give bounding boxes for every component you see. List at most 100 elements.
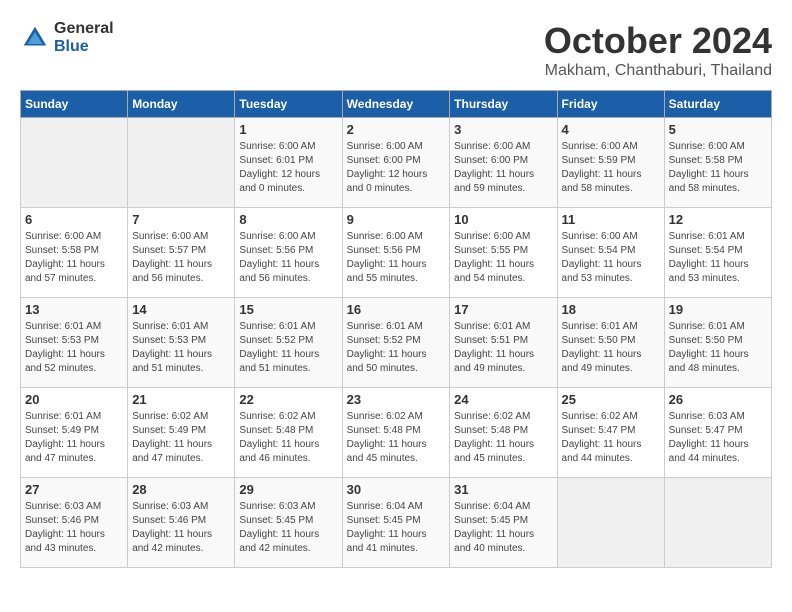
calendar-cell: 9 Sunrise: 6:00 AMSunset: 5:56 PMDaylight…	[342, 208, 450, 298]
calendar-week-row: 13 Sunrise: 6:01 AMSunset: 5:53 PMDayligh…	[21, 298, 772, 388]
day-number: 2	[347, 122, 446, 137]
day-number: 25	[562, 392, 660, 407]
calendar-cell: 18 Sunrise: 6:01 AMSunset: 5:50 PMDayligh…	[557, 298, 664, 388]
day-number: 4	[562, 122, 660, 137]
day-number: 26	[669, 392, 767, 407]
day-info: Sunrise: 6:02 AMSunset: 5:48 PMDaylight:…	[239, 410, 337, 466]
calendar-cell: 12 Sunrise: 6:01 AMSunset: 5:54 PMDayligh…	[664, 208, 771, 298]
weekday-header: Friday	[557, 91, 664, 118]
day-number: 10	[454, 212, 552, 227]
calendar-cell: 30Sunrise: 6:04 AMSunset: 5:45 PMDayligh…	[342, 478, 450, 568]
day-number: 3	[454, 122, 552, 137]
day-number: 14	[132, 302, 230, 317]
day-number: 31	[454, 482, 552, 497]
calendar-cell: 4 Sunrise: 6:00 AMSunset: 5:59 PMDaylight…	[557, 118, 664, 208]
day-info: Sunrise: 6:00 AMSunset: 5:54 PMDaylight:…	[562, 230, 660, 286]
day-number: 22	[239, 392, 337, 407]
day-number: 6	[25, 212, 123, 227]
day-info: Sunrise: 6:01 AMSunset: 5:53 PMDaylight:…	[132, 320, 230, 376]
day-number: 27	[25, 482, 123, 497]
day-number: 11	[562, 212, 660, 227]
day-info: Sunrise: 6:03 AMSunset: 5:47 PMDaylight:…	[669, 410, 767, 466]
calendar-cell	[664, 478, 771, 568]
calendar-cell: 21Sunrise: 6:02 AMSunset: 5:49 PMDayligh…	[128, 388, 235, 478]
day-number: 20	[25, 392, 123, 407]
calendar-cell: 7Sunrise: 6:00 AMSunset: 5:57 PMDaylight…	[128, 208, 235, 298]
calendar-cell: 2 Sunrise: 6:00 AMSunset: 6:00 PMDaylight…	[342, 118, 450, 208]
day-info: Sunrise: 6:04 AMSunset: 5:45 PMDaylight:…	[454, 500, 552, 556]
day-number: 17	[454, 302, 552, 317]
calendar-cell: 14 Sunrise: 6:01 AMSunset: 5:53 PMDayligh…	[128, 298, 235, 388]
calendar-cell: 19 Sunrise: 6:01 AMSunset: 5:50 PMDayligh…	[664, 298, 771, 388]
day-number: 29	[239, 482, 337, 497]
calendar-cell: 27 Sunrise: 6:03 AMSunset: 5:46 PMDayligh…	[21, 478, 128, 568]
day-number: 13	[25, 302, 123, 317]
day-info: Sunrise: 6:01 AMSunset: 5:50 PMDaylight:…	[669, 320, 767, 376]
calendar-cell: 24Sunrise: 6:02 AMSunset: 5:48 PMDayligh…	[450, 388, 557, 478]
calendar-cell: 25 Sunrise: 6:02 AMSunset: 5:47 PMDayligh…	[557, 388, 664, 478]
day-info: Sunrise: 6:00 AMSunset: 5:57 PMDaylight:…	[132, 230, 230, 286]
calendar-cell: 5 Sunrise: 6:00 AMSunset: 5:58 PMDaylight…	[664, 118, 771, 208]
calendar-cell: 10Sunrise: 6:00 AMSunset: 5:55 PMDayligh…	[450, 208, 557, 298]
calendar-cell: 1 Sunrise: 6:00 AMSunset: 6:01 PMDaylight…	[235, 118, 342, 208]
calendar-cell: 28 Sunrise: 6:03 AMSunset: 5:46 PMDayligh…	[128, 478, 235, 568]
calendar-week-row: 1 Sunrise: 6:00 AMSunset: 6:01 PMDaylight…	[21, 118, 772, 208]
day-number: 9	[347, 212, 446, 227]
day-number: 23	[347, 392, 446, 407]
calendar-cell: 20Sunrise: 6:01 AMSunset: 5:49 PMDayligh…	[21, 388, 128, 478]
day-info: Sunrise: 6:03 AMSunset: 5:46 PMDaylight:…	[132, 500, 230, 556]
calendar-cell	[128, 118, 235, 208]
day-number: 12	[669, 212, 767, 227]
calendar-cell: 26 Sunrise: 6:03 AMSunset: 5:47 PMDayligh…	[664, 388, 771, 478]
calendar-cell	[557, 478, 664, 568]
calendar-cell: 16Sunrise: 6:01 AMSunset: 5:52 PMDayligh…	[342, 298, 450, 388]
day-number: 16	[347, 302, 446, 317]
calendar-cell: 13 Sunrise: 6:01 AMSunset: 5:53 PMDayligh…	[21, 298, 128, 388]
day-info: Sunrise: 6:01 AMSunset: 5:54 PMDaylight:…	[669, 230, 767, 286]
logo: General Blue	[20, 20, 114, 56]
day-info: Sunrise: 6:00 AMSunset: 6:01 PMDaylight:…	[239, 140, 337, 196]
calendar-cell: 23 Sunrise: 6:02 AMSunset: 5:48 PMDayligh…	[342, 388, 450, 478]
day-number: 21	[132, 392, 230, 407]
day-number: 28	[132, 482, 230, 497]
day-info: Sunrise: 6:00 AMSunset: 5:56 PMDaylight:…	[347, 230, 446, 286]
day-info: Sunrise: 6:00 AMSunset: 5:59 PMDaylight:…	[562, 140, 660, 196]
calendar-cell	[21, 118, 128, 208]
calendar-cell: 17 Sunrise: 6:01 AMSunset: 5:51 PMDayligh…	[450, 298, 557, 388]
day-info: Sunrise: 6:00 AMSunset: 6:00 PMDaylight:…	[347, 140, 446, 196]
day-info: Sunrise: 6:01 AMSunset: 5:53 PMDaylight:…	[25, 320, 123, 376]
day-info: Sunrise: 6:00 AMSunset: 5:58 PMDaylight:…	[669, 140, 767, 196]
calendar-cell: 31 Sunrise: 6:04 AMSunset: 5:45 PMDayligh…	[450, 478, 557, 568]
day-info: Sunrise: 6:03 AMSunset: 5:46 PMDaylight:…	[25, 500, 123, 556]
calendar-cell: 3 Sunrise: 6:00 AMSunset: 6:00 PMDaylight…	[450, 118, 557, 208]
day-info: Sunrise: 6:02 AMSunset: 5:48 PMDaylight:…	[347, 410, 446, 466]
weekday-header: Saturday	[664, 91, 771, 118]
day-info: Sunrise: 6:01 AMSunset: 5:51 PMDaylight:…	[454, 320, 552, 376]
day-number: 18	[562, 302, 660, 317]
calendar-week-row: 6 Sunrise: 6:00 AMSunset: 5:58 PMDaylight…	[21, 208, 772, 298]
calendar-cell: 29 Sunrise: 6:03 AMSunset: 5:45 PMDayligh…	[235, 478, 342, 568]
day-info: Sunrise: 6:00 AMSunset: 5:58 PMDaylight:…	[25, 230, 123, 286]
weekday-header: Sunday	[21, 91, 128, 118]
day-number: 30	[347, 482, 446, 497]
day-info: Sunrise: 6:02 AMSunset: 5:47 PMDaylight:…	[562, 410, 660, 466]
day-number: 1	[239, 122, 337, 137]
weekday-header: Wednesday	[342, 91, 450, 118]
logo-text-line2: Blue	[54, 38, 114, 56]
calendar-cell: 15Sunrise: 6:01 AMSunset: 5:52 PMDayligh…	[235, 298, 342, 388]
day-info: Sunrise: 6:02 AMSunset: 5:48 PMDaylight:…	[454, 410, 552, 466]
logo-text-line1: General	[54, 20, 114, 38]
calendar-week-row: 20Sunrise: 6:01 AMSunset: 5:49 PMDayligh…	[21, 388, 772, 478]
day-info: Sunrise: 6:00 AMSunset: 6:00 PMDaylight:…	[454, 140, 552, 196]
calendar-cell: 11 Sunrise: 6:00 AMSunset: 5:54 PMDayligh…	[557, 208, 664, 298]
day-info: Sunrise: 6:01 AMSunset: 5:52 PMDaylight:…	[239, 320, 337, 376]
day-number: 19	[669, 302, 767, 317]
weekday-header: Thursday	[450, 91, 557, 118]
calendar-cell: 22 Sunrise: 6:02 AMSunset: 5:48 PMDayligh…	[235, 388, 342, 478]
location-title: Makham, Chanthaburi, Thailand	[544, 62, 772, 80]
day-number: 8	[239, 212, 337, 227]
day-info: Sunrise: 6:03 AMSunset: 5:45 PMDaylight:…	[239, 500, 337, 556]
calendar-header-row: SundayMondayTuesdayWednesdayThursdayFrid…	[21, 91, 772, 118]
day-number: 5	[669, 122, 767, 137]
day-info: Sunrise: 6:01 AMSunset: 5:50 PMDaylight:…	[562, 320, 660, 376]
